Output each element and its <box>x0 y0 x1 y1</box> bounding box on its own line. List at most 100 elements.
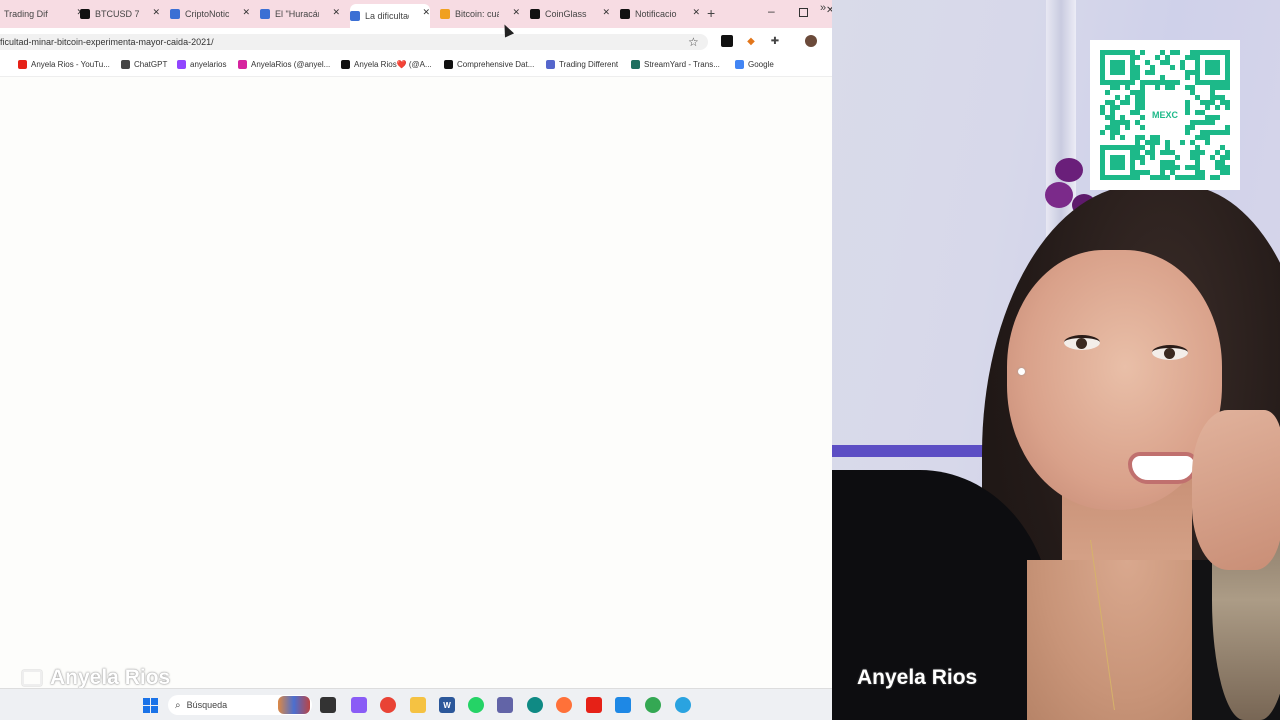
qr-logo: MEXC <box>1145 95 1185 135</box>
bookmark-item[interactable]: ChatGPT <box>121 60 167 69</box>
bookmark-label: AnyelaRios (@anyel... <box>251 60 331 69</box>
bookmark-label: ChatGPT <box>134 60 168 69</box>
browser-window: Trading Diffi✕BTCUSD 70✕CriptoNotic✕El "… <box>0 0 832 720</box>
mouth <box>1128 452 1198 484</box>
close-tab-icon[interactable]: ✕ <box>602 7 610 18</box>
bookmark-icon <box>444 60 453 69</box>
bookmark-item[interactable]: Trading Different <box>546 60 618 69</box>
tab-title: CoinGlass | <box>545 9 589 19</box>
new-tab-button[interactable]: + <box>707 5 715 21</box>
bookmark-item[interactable]: StreamYard - Trans... <box>631 60 720 69</box>
puzzle-icon[interactable]: ✚ <box>769 35 781 47</box>
tab-title: CriptoNotic <box>185 9 229 19</box>
bookmark-icon <box>18 60 27 69</box>
browser-tab[interactable]: La dificultad ✕ <box>350 4 430 28</box>
copilot-icon[interactable] <box>351 697 367 713</box>
star-icon[interactable]: ☆ <box>688 35 699 49</box>
file-icon[interactable] <box>320 697 336 713</box>
tradingview-icon <box>80 9 90 19</box>
folder-icon[interactable] <box>410 697 426 713</box>
bookmark-icon <box>121 60 130 69</box>
bookmark-label: Trading Different <box>559 60 619 69</box>
criptonoticias-icon <box>170 9 180 19</box>
chrome-alt-icon[interactable] <box>645 697 661 713</box>
bookmark-item[interactable]: Anyela Rios❤️ (@A... <box>341 60 432 69</box>
close-tab-icon[interactable]: ✕ <box>152 7 160 18</box>
eye-left <box>1064 335 1100 350</box>
telegram-icon[interactable] <box>675 697 691 713</box>
page-content <box>0 77 832 687</box>
address-bar: ficultad-minar-bitcoin-experimenta-mayor… <box>0 28 832 56</box>
bookmark-icon <box>177 60 186 69</box>
windows-start-icon[interactable] <box>143 698 158 713</box>
bookmark-icon <box>546 60 555 69</box>
teams-icon[interactable] <box>497 697 513 713</box>
bookmarks-bar: Anyela Rios - YouTu... ChatGPT anyelarios A… <box>0 56 832 77</box>
camera-feed: MEXC Anyela Rios <box>832 0 1280 720</box>
monitor-icon <box>22 670 42 686</box>
criptonoticias-icon <box>260 9 270 19</box>
bookmark-item[interactable]: AnyelaRios (@anyel... <box>238 60 330 69</box>
eye-right <box>1152 345 1188 360</box>
youtube-icon[interactable] <box>586 697 602 713</box>
tab-title: Trading Diffi <box>4 9 48 19</box>
search-placeholder: Búsqueda <box>186 700 228 710</box>
browser-tab[interactable]: Trading Diffi✕ <box>4 4 84 24</box>
close-tab-icon[interactable]: ✕ <box>422 7 430 18</box>
chrome-icon[interactable] <box>380 697 396 713</box>
browser-tab[interactable]: CriptoNotic ✕ <box>170 4 250 24</box>
minimize-icon[interactable]: – <box>768 4 775 18</box>
bookmarks-overflow-button[interactable]: » <box>820 2 826 14</box>
tab-title: Bitcoin: cuál <box>455 9 499 19</box>
whatsapp-icon[interactable] <box>468 697 484 713</box>
criptonoticias-icon <box>350 11 360 21</box>
hand <box>1192 410 1280 570</box>
binance-icon <box>440 9 450 19</box>
bookmark-item[interactable]: Anyela Rios - YouTu... <box>18 60 110 69</box>
x-icon <box>620 9 630 19</box>
coinglass-icon <box>530 9 540 19</box>
bookmark-label: StreamYard - Trans... <box>644 60 720 69</box>
taskbar: ⌕ Búsqueda W <box>0 688 832 720</box>
bookmark-label: Anyela Rios - YouTu... <box>31 60 110 69</box>
metamask-icon[interactable]: ◆ <box>745 35 757 47</box>
edge-icon[interactable] <box>527 697 543 713</box>
browser-tab[interactable]: BTCUSD 70 ✕ <box>80 4 160 24</box>
bookmark-item[interactable]: anyelarios <box>177 60 226 69</box>
close-tab-icon[interactable]: ✕ <box>512 7 520 18</box>
bookmark-icon <box>238 60 247 69</box>
bookmark-icon <box>735 60 744 69</box>
presenter-name-left: Anyela Rios <box>22 666 170 690</box>
qr-code: MEXC <box>1090 40 1240 190</box>
browser-tab[interactable]: Notificacio ✕ <box>620 4 700 24</box>
tab-title: Notificacio <box>635 9 677 19</box>
bookmark-item[interactable]: Comprehensive Dat... <box>444 60 534 69</box>
avatar[interactable] <box>805 35 817 47</box>
tab-title: BTCUSD 70 <box>95 9 139 19</box>
browser-tab[interactable]: CoinGlass | ✕ <box>530 4 610 24</box>
browser-tab[interactable]: El "Huracán ✕ <box>260 4 340 24</box>
background-light <box>832 445 992 457</box>
word-icon[interactable]: W <box>439 697 455 713</box>
extension-icon[interactable] <box>721 35 733 47</box>
taskbar-search[interactable]: ⌕ Búsqueda <box>168 695 312 715</box>
search-highlight-image <box>278 696 310 714</box>
earring <box>1018 368 1025 375</box>
bookmark-label: anyelarios <box>190 60 227 69</box>
presenter-name-right: Anyela Rios <box>857 666 978 689</box>
firefox-icon[interactable] <box>556 697 572 713</box>
presenter-name-text: Anyela Rios <box>50 666 171 689</box>
bookmark-label: Google <box>748 60 774 69</box>
close-tab-icon[interactable]: ✕ <box>332 7 340 18</box>
maximize-icon[interactable] <box>799 8 808 17</box>
bookmark-icon <box>631 60 640 69</box>
bookmark-label: Anyela Rios❤️ (@A... <box>354 60 432 69</box>
tab-title: El "Huracán <box>275 9 319 19</box>
tab-title: La dificultad <box>365 11 409 21</box>
close-tab-icon[interactable]: ✕ <box>242 7 250 18</box>
bookmark-item[interactable]: Google <box>735 60 774 69</box>
url-field[interactable]: ficultad-minar-bitcoin-experimenta-mayor… <box>0 34 708 50</box>
store-icon[interactable] <box>615 697 631 713</box>
close-tab-icon[interactable]: ✕ <box>692 7 700 18</box>
browser-tab[interactable]: Bitcoin: cuál ✕ <box>440 4 520 24</box>
